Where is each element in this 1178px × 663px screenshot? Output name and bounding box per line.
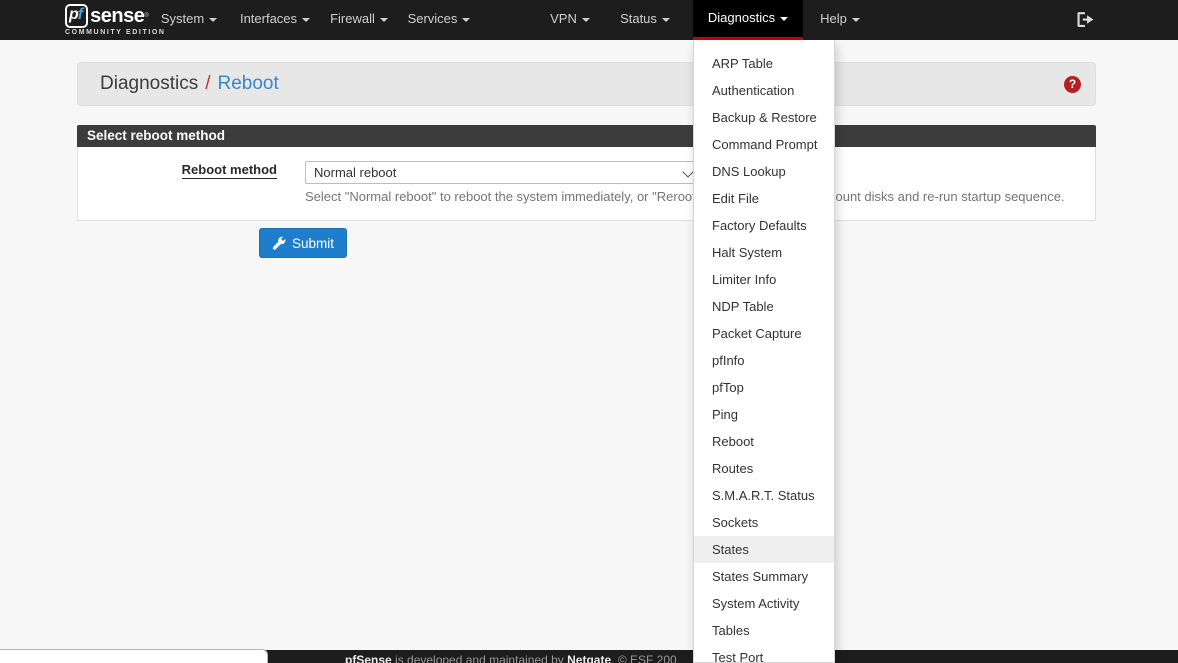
dropdown-item[interactable]: States	[694, 536, 834, 563]
footer-brand: pfSense	[345, 653, 392, 663]
dropdown-item[interactable]: pfTop	[694, 374, 834, 401]
nav-item-vpn[interactable]: VPN	[538, 0, 602, 40]
footer-company[interactable]: Netgate	[567, 653, 611, 663]
dropdown-item[interactable]: Ping	[694, 401, 834, 428]
breadcrumb-page: Reboot	[218, 73, 279, 94]
logo-edition-text: COMMUNITY EDITION	[65, 29, 166, 36]
dropdown-item[interactable]: Packet Capture	[694, 320, 834, 347]
dropdown-item[interactable]: Command Prompt	[694, 131, 834, 158]
dropdown-item[interactable]: Authentication	[694, 77, 834, 104]
pfsense-logo[interactable]: pf sense ® COMMUNITY EDITION	[65, 4, 166, 36]
wrench-icon	[272, 236, 286, 250]
reboot-method-select[interactable]: Normal reboot	[305, 161, 705, 184]
caret-down-icon	[582, 18, 590, 22]
dropdown-item[interactable]: Routes	[694, 455, 834, 482]
caret-down-icon	[302, 18, 310, 22]
registered-mark: ®	[144, 13, 148, 19]
breadcrumb-separator: /	[198, 73, 217, 94]
dropdown-item[interactable]: NDP Table	[694, 293, 834, 320]
nav-item-interfaces[interactable]: Interfaces	[230, 0, 320, 40]
nav-item-system[interactable]: System	[152, 0, 226, 40]
dropdown-item[interactable]: ARP Table	[694, 50, 834, 77]
help-icon[interactable]: ?	[1064, 76, 1081, 93]
caret-down-icon	[462, 18, 470, 22]
reboot-method-label: Reboot method	[182, 162, 277, 179]
nav-item-services[interactable]: Services	[400, 0, 478, 40]
footer-middle: is developed and maintained by	[392, 653, 567, 663]
caret-down-icon	[380, 18, 388, 22]
dropdown-item[interactable]: Backup & Restore	[694, 104, 834, 131]
pf-logo-box: pf	[65, 4, 88, 28]
dropdown-item[interactable]: States Summary	[694, 563, 834, 590]
caret-down-icon	[780, 17, 788, 21]
footer-tail: . © ESF 200	[611, 653, 677, 663]
dropdown-item[interactable]: Edit File	[694, 185, 834, 212]
nav-item-status[interactable]: Status	[607, 0, 683, 40]
caret-down-icon	[209, 18, 217, 22]
reboot-panel: Select reboot method Reboot method Norma…	[77, 125, 1096, 221]
dropdown-item[interactable]: S.M.A.R.T. Status	[694, 482, 834, 509]
select-value: Normal reboot	[306, 162, 704, 183]
nav-item-help[interactable]: Help	[808, 0, 872, 40]
dropdown-item[interactable]: Halt System	[694, 239, 834, 266]
caret-down-icon	[852, 18, 860, 22]
diagnostics-dropdown-menu: ARP Table Authentication Backup & Restor…	[693, 40, 835, 663]
caret-down-icon	[662, 18, 670, 22]
dropdown-item[interactable]: DNS Lookup	[694, 158, 834, 185]
dropdown-item[interactable]: Test Port	[694, 644, 834, 663]
top-navbar: pf sense ® COMMUNITY EDITION System Inte…	[0, 0, 1178, 40]
link-preview-bubble	[0, 649, 268, 663]
dropdown-item[interactable]: Sockets	[694, 509, 834, 536]
breadcrumb: Diagnostics/Reboot ?	[77, 62, 1096, 106]
submit-label: Submit	[292, 236, 334, 251]
breadcrumb-section: Diagnostics	[100, 73, 198, 94]
dropdown-item[interactable]: Tables	[694, 617, 834, 644]
logo-sense-text: sense	[90, 5, 144, 28]
nav-item-diagnostics[interactable]: Diagnostics	[693, 0, 803, 40]
dropdown-item[interactable]: Limiter Info	[694, 266, 834, 293]
dropdown-item[interactable]: Reboot	[694, 428, 834, 455]
submit-button[interactable]: Submit	[259, 228, 347, 258]
panel-title: Select reboot method	[77, 125, 1096, 147]
dropdown-item[interactable]: System Activity	[694, 590, 834, 617]
sign-out-icon[interactable]	[1076, 11, 1096, 33]
dropdown-item[interactable]: Factory Defaults	[694, 212, 834, 239]
dropdown-item[interactable]: pfInfo	[694, 347, 834, 374]
nav-item-firewall[interactable]: Firewall	[320, 0, 398, 40]
